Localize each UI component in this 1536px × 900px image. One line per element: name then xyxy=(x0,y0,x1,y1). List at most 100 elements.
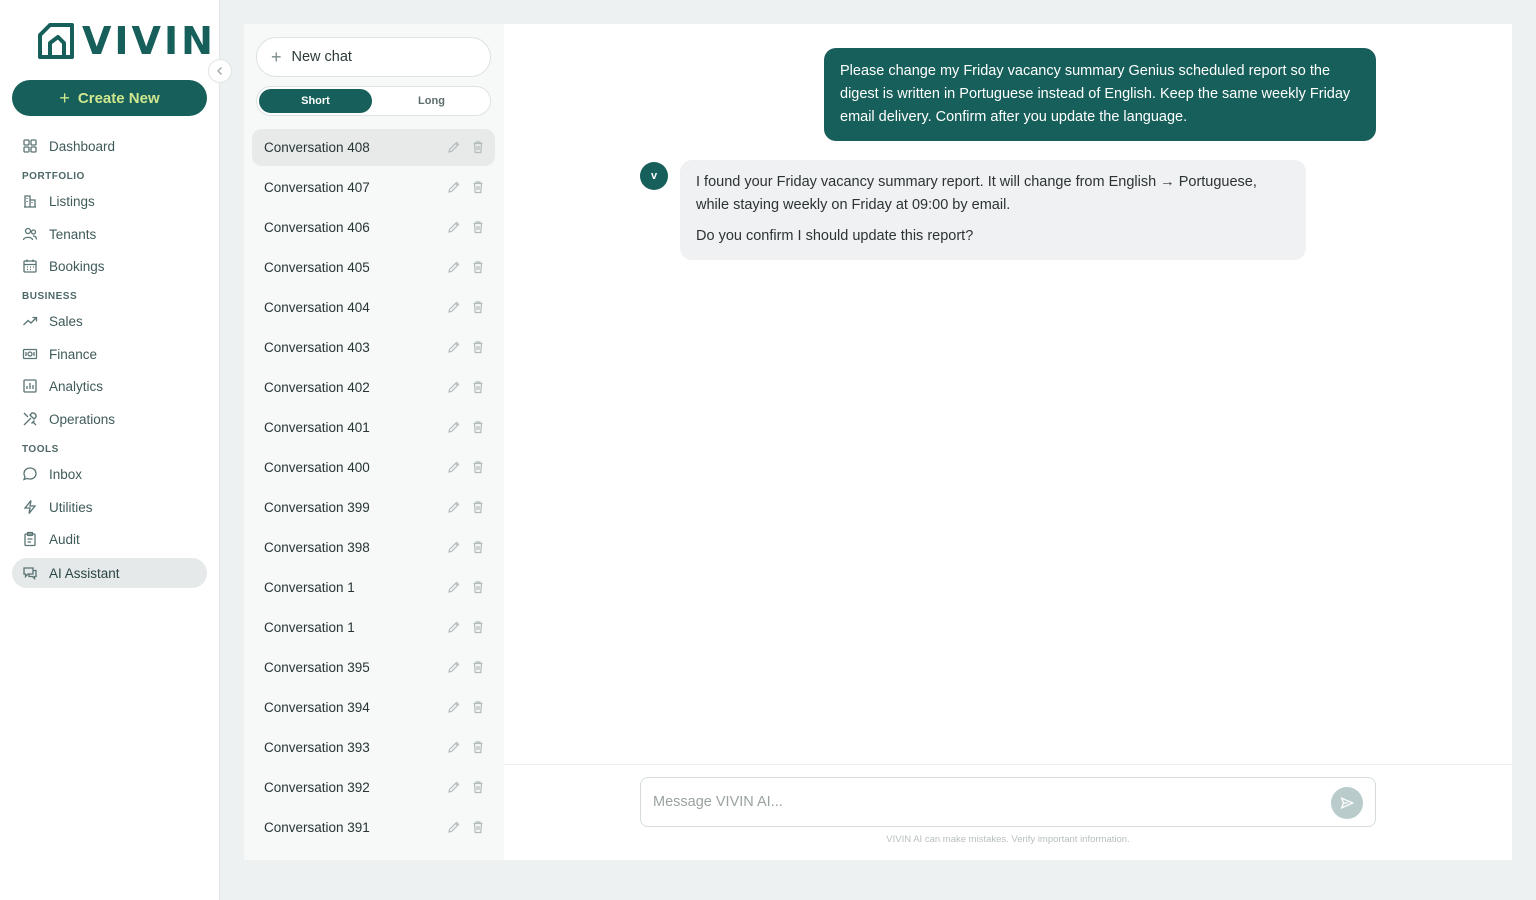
brand-name: VIVIN xyxy=(82,19,216,63)
edit-pencil-icon[interactable] xyxy=(447,140,461,154)
trash-icon[interactable] xyxy=(471,740,485,754)
new-chat-button[interactable]: + New chat xyxy=(256,37,491,77)
trash-icon[interactable] xyxy=(471,820,485,834)
conversation-item[interactable]: Conversation 401 xyxy=(252,409,495,446)
conversation-item[interactable]: Conversation 407 xyxy=(252,169,495,206)
trash-icon[interactable] xyxy=(471,340,485,354)
edit-pencil-icon[interactable] xyxy=(447,620,461,634)
nav-item-dashboard[interactable]: Dashboard xyxy=(12,131,207,161)
conversation-item[interactable]: Conversation 392 xyxy=(252,769,495,806)
conversation-item[interactable]: Conversation 398 xyxy=(252,529,495,566)
nav-item-ai-assistant[interactable]: AI Assistant xyxy=(12,558,207,588)
edit-pencil-icon[interactable] xyxy=(447,180,461,194)
plus-icon: + xyxy=(271,46,282,67)
conversation-title: Conversation 404 xyxy=(264,300,370,315)
clipboard-icon xyxy=(22,531,38,547)
trash-icon[interactable] xyxy=(471,380,485,394)
edit-pencil-icon[interactable] xyxy=(447,340,461,354)
nav-item-inbox[interactable]: Inbox xyxy=(12,459,207,489)
conversation-item[interactable]: Conversation 404 xyxy=(252,289,495,326)
conversation-actions xyxy=(447,300,485,314)
edit-pencil-icon[interactable] xyxy=(447,460,461,474)
trash-icon[interactable] xyxy=(471,500,485,514)
nav-item-label: Audit xyxy=(49,531,80,547)
conversation-item[interactable]: Conversation 399 xyxy=(252,489,495,526)
conversation-item[interactable]: Conversation 405 xyxy=(252,249,495,286)
nav-item-label: Utilities xyxy=(49,499,93,515)
tools-icon xyxy=(22,411,38,427)
bolt-icon xyxy=(22,499,38,515)
conversation-item[interactable]: Conversation 406 xyxy=(252,209,495,246)
toggle-long[interactable]: Long xyxy=(375,89,488,113)
trash-icon[interactable] xyxy=(471,620,485,634)
edit-pencil-icon[interactable] xyxy=(447,300,461,314)
length-toggle: Short Long xyxy=(256,86,491,116)
conversation-item[interactable]: Conversation 391 xyxy=(252,809,495,846)
nav-item-audit[interactable]: Audit xyxy=(12,524,207,554)
trash-icon[interactable] xyxy=(471,220,485,234)
message-input[interactable] xyxy=(653,790,1313,814)
conversation-title: Conversation 401 xyxy=(264,420,370,435)
edit-pencil-icon[interactable] xyxy=(447,780,461,794)
message-composer xyxy=(640,777,1376,827)
conversation-title: Conversation 398 xyxy=(264,540,370,555)
trash-icon[interactable] xyxy=(471,580,485,594)
nav-item-bookings[interactable]: Bookings xyxy=(12,251,207,281)
trash-icon[interactable] xyxy=(471,700,485,714)
conversation-title: Conversation 395 xyxy=(264,660,370,675)
conversation-actions xyxy=(447,220,485,234)
conversation-item[interactable]: Conversation 395 xyxy=(252,649,495,686)
nav-item-listings[interactable]: Listings xyxy=(12,186,207,216)
edit-pencil-icon[interactable] xyxy=(447,260,461,274)
nav-item-operations[interactable]: Operations xyxy=(12,404,207,434)
conversation-item[interactable]: Conversation 1 xyxy=(252,569,495,606)
conversation-item[interactable]: Conversation 400 xyxy=(252,449,495,486)
trash-icon[interactable] xyxy=(471,420,485,434)
trash-icon[interactable] xyxy=(471,140,485,154)
trash-icon[interactable] xyxy=(471,780,485,794)
edit-pencil-icon[interactable] xyxy=(447,660,461,674)
trash-icon[interactable] xyxy=(471,540,485,554)
chat-bubbles-icon xyxy=(22,565,38,581)
vivin-logo[interactable]: VIVIN xyxy=(36,20,216,62)
edit-pencil-icon[interactable] xyxy=(447,380,461,394)
edit-pencil-icon[interactable] xyxy=(447,540,461,554)
nav-item-utilities[interactable]: Utilities xyxy=(12,492,207,522)
conversation-title: Conversation 400 xyxy=(264,460,370,475)
toggle-short[interactable]: Short xyxy=(259,89,372,113)
collapse-sidebar-button[interactable] xyxy=(208,59,232,83)
nav-item-tenants[interactable]: Tenants xyxy=(12,219,207,249)
edit-pencil-icon[interactable] xyxy=(447,820,461,834)
conversation-item[interactable]: Conversation 393 xyxy=(252,729,495,766)
building-icon xyxy=(22,193,38,209)
edit-pencil-icon[interactable] xyxy=(447,220,461,234)
conversation-item[interactable]: Conversation 402 xyxy=(252,369,495,406)
create-new-button[interactable]: + Create New xyxy=(12,80,207,116)
nav-item-finance[interactable]: Finance xyxy=(12,339,207,369)
trash-icon[interactable] xyxy=(471,180,485,194)
conversation-actions xyxy=(447,700,485,714)
edit-pencil-icon[interactable] xyxy=(447,500,461,514)
trash-icon[interactable] xyxy=(471,460,485,474)
trash-icon[interactable] xyxy=(471,660,485,674)
conversation-item[interactable]: Conversation 403 xyxy=(252,329,495,366)
conversation-actions xyxy=(447,500,485,514)
conversation-item[interactable]: Conversation 1 xyxy=(252,609,495,646)
trash-icon[interactable] xyxy=(471,300,485,314)
edit-pencil-icon[interactable] xyxy=(447,580,461,594)
edit-pencil-icon[interactable] xyxy=(447,740,461,754)
conversation-item[interactable]: Conversation 394 xyxy=(252,689,495,726)
nav-item-sales[interactable]: Sales xyxy=(12,306,207,336)
assistant-message: I found your Friday vacancy summary repo… xyxy=(680,160,1306,260)
trash-icon[interactable] xyxy=(471,260,485,274)
edit-pencil-icon[interactable] xyxy=(447,420,461,434)
conversation-actions xyxy=(447,660,485,674)
conversation-item[interactable]: Conversation 408 xyxy=(252,129,495,166)
conversation-panel: + New chat Short Long Conversation 408 Co… xyxy=(244,24,504,860)
send-button[interactable] xyxy=(1331,787,1363,819)
edit-pencil-icon[interactable] xyxy=(447,700,461,714)
chevron-left-icon xyxy=(217,67,222,75)
nav-item-analytics[interactable]: Analytics xyxy=(12,371,207,401)
bar-chart-icon xyxy=(22,378,38,394)
nav-item-label: Dashboard xyxy=(49,138,116,154)
